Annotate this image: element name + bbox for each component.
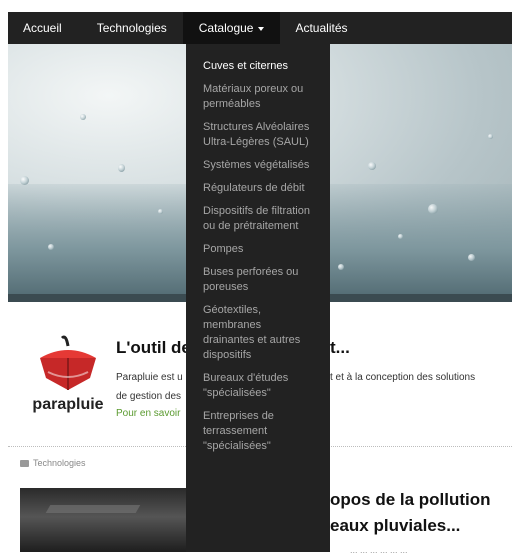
menu-item-regulateurs[interactable]: Régulateurs de débit — [186, 179, 330, 198]
navbar-bar: Accueil Technologies Catalogue Actualité… — [8, 12, 512, 44]
article1-text-line2: de gestion des — [116, 391, 182, 402]
menu-item-vegetalises[interactable]: Systèmes végétalisés — [186, 156, 330, 175]
article2-thumbnail[interactable] — [20, 488, 186, 552]
article2-title-line1[interactable]: opos de la pollution — [330, 490, 491, 510]
category-label[interactable]: Technologies — [20, 458, 86, 468]
menu-item-bureaux[interactable]: Bureaux d'études "spécialisées" — [186, 369, 330, 403]
menu-item-filtration[interactable]: Dispositifs de filtration ou de prétrait… — [186, 202, 330, 236]
top-navbar: Accueil Technologies Catalogue Actualité… — [0, 0, 512, 44]
menu-item-pompes[interactable]: Pompes — [186, 240, 330, 259]
article1-title[interactable]: L'outil de — [116, 338, 191, 358]
logo-text: parapluie — [32, 396, 104, 413]
nav-actualites[interactable]: Actualités — [280, 12, 362, 44]
menu-item-buses[interactable]: Buses perforées ou poreuses — [186, 263, 330, 297]
article1-text-end: t et à la conception des solutions — [330, 372, 476, 383]
menu-item-materiaux[interactable]: Matériaux poreux ou perméables — [186, 80, 330, 114]
folder-icon — [20, 459, 29, 467]
article1-title-end[interactable]: t... — [330, 338, 350, 358]
catalogue-dropdown: Cuves et citernes Matériaux poreux ou pe… — [186, 44, 330, 552]
article2-title-line2[interactable]: eaux pluviales... — [330, 516, 460, 536]
menu-item-terrassement[interactable]: Entreprises de terrassement "spécialisée… — [186, 407, 330, 456]
umbrella-icon — [40, 335, 96, 390]
article1-text: Parapluie est u — [116, 372, 183, 383]
nav-catalogue[interactable]: Catalogue — [182, 12, 281, 44]
menu-item-cuves[interactable]: Cuves et citernes — [186, 57, 330, 76]
chevron-down-icon — [258, 26, 265, 31]
menu-item-geotextiles[interactable]: Géotextiles, membranes drainantes et aut… — [186, 301, 330, 365]
nav-accueil[interactable]: Accueil — [8, 12, 77, 44]
nav-technologies[interactable]: Technologies — [77, 12, 183, 44]
menu-item-saul[interactable]: Structures Alvéolaires Ultra-Légères (SA… — [186, 118, 330, 152]
read-more-link[interactable]: Pour en savoir — [116, 408, 180, 419]
parapluie-logo[interactable]: parapluie — [26, 332, 110, 424]
article2-text: ... ... ... ... ... ... — [350, 545, 408, 555]
